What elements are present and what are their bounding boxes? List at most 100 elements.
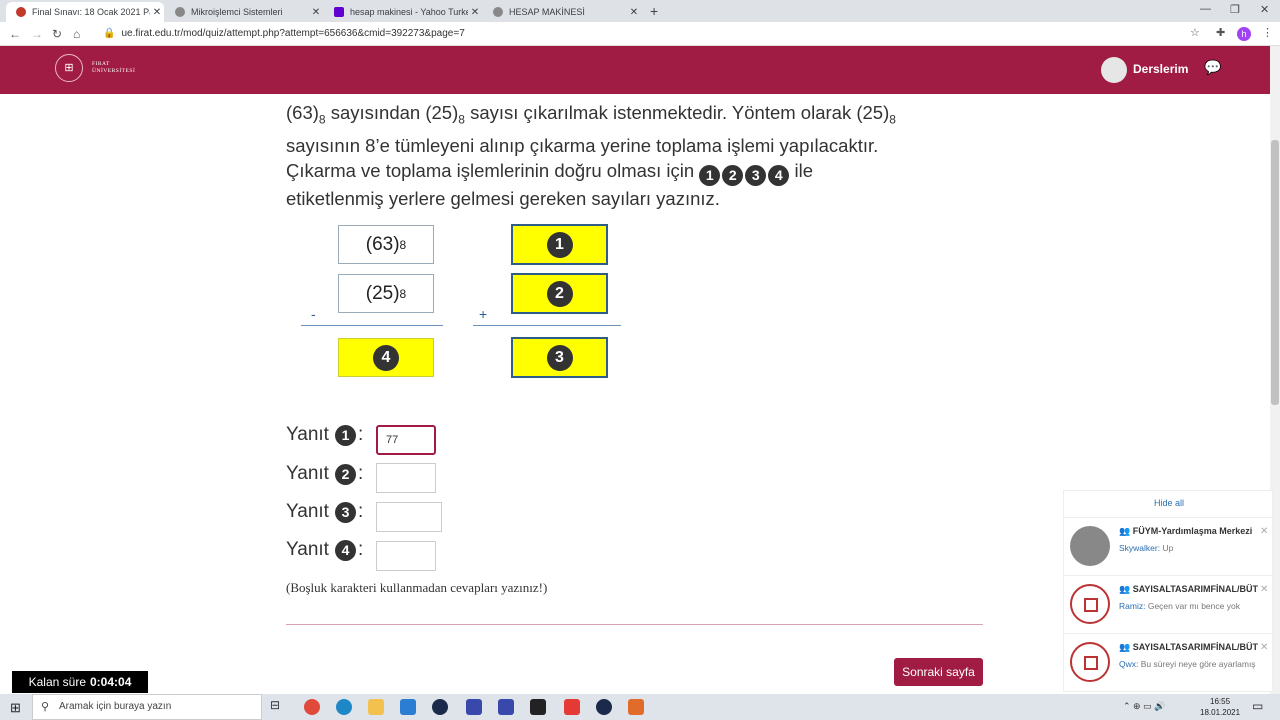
scrollbar-thumb[interactable] — [1271, 140, 1279, 405]
globe-icon — [493, 7, 503, 17]
answer-row-3: Yanıt 3: — [286, 501, 364, 523]
university-seal-avatar — [1070, 642, 1110, 682]
url-text: ue.firat.edu.tr/mod/quiz/attempt.php?att… — [121, 28, 465, 39]
app-icon[interactable] — [596, 699, 612, 715]
firat-favicon-icon — [16, 7, 26, 17]
lock-icon: 🔒 — [103, 28, 116, 39]
next-page-button[interactable]: Sonraki sayfa — [894, 658, 983, 686]
answer-4-input[interactable] — [376, 541, 436, 571]
app-icon[interactable] — [432, 699, 448, 715]
derslerim-link[interactable]: Derslerim — [1133, 62, 1188, 76]
tab-title: HESAP MAKİNESİ — [509, 7, 585, 17]
marker-4: 4 — [768, 164, 790, 186]
question-text: (63)8 sayısından (25)8 sayısı çıkarılmak… — [286, 100, 986, 211]
taskbar-search[interactable]: ⚲ Aramak için buraya yazın — [32, 694, 262, 720]
result-box-3: 3 — [511, 337, 608, 378]
forward-icon[interactable]: → — [31, 27, 43, 41]
mail-icon[interactable] — [400, 699, 416, 715]
question-line-3: Çıkarma ve toplama işlemlerinin doğru ol… — [286, 158, 986, 186]
system-tray-icons[interactable]: ⌃ ⊕ ▭ 🔊 — [1123, 701, 1165, 712]
university-logo[interactable]: ⊞ — [55, 54, 83, 82]
close-tab-icon[interactable]: ✕ — [309, 7, 323, 18]
address-bar: ← → ↻ ⌂ 🔒 ue.firat.edu.tr/mod/quiz/attemp… — [0, 22, 1280, 46]
extensions-icon[interactable]: ✚ — [1216, 26, 1225, 39]
minimize-icon[interactable]: — — [1200, 3, 1211, 15]
tab-hesap-makinesi[interactable]: HESAP MAKİNESİ ✕ — [483, 2, 641, 22]
notification-message: Qwx: Bu süreyi neye göre ayarlamış — [1119, 659, 1256, 669]
answer-row-1: Yanıt 1: — [286, 424, 364, 446]
restore-icon[interactable]: ❐ — [1230, 3, 1240, 16]
app-icon[interactable] — [498, 699, 514, 715]
operand-63: (63) 8 — [338, 225, 434, 264]
notification-item[interactable]: 👥 SAYISALTASARIMFİNAL/BÜT Qwx: Bu süreyi… — [1064, 633, 1274, 689]
user-avatar[interactable] — [1101, 57, 1127, 83]
close-tab-icon[interactable]: ✕ — [150, 7, 164, 18]
browser-tab-bar: Final Sınavı: 18 Ocak 2021 Pazar... ✕ Mi… — [0, 0, 1280, 22]
app-icon[interactable] — [564, 699, 580, 715]
operand-25: (25) 8 — [338, 274, 434, 313]
menu-kebab-icon[interactable]: ⋮ — [1262, 26, 1273, 39]
answer-row-4: Yanıt 4: — [286, 539, 364, 561]
close-tab-icon[interactable]: ✕ — [627, 7, 641, 18]
question-line-4: etiketlenmiş yerlere gelmesi gereken say… — [286, 187, 720, 209]
editor-icon[interactable] — [530, 699, 546, 715]
chrome-icon[interactable] — [304, 699, 320, 715]
notification-title: 👥 SAYISALTASARIMFİNAL/BÜT — [1119, 584, 1259, 594]
file-explorer-icon[interactable] — [368, 699, 384, 715]
group-avatar — [1070, 526, 1110, 566]
close-icon[interactable]: ✕ — [1260, 526, 1268, 537]
marker-2: 2 — [722, 164, 744, 186]
app-icon[interactable] — [466, 699, 482, 715]
addition-line — [473, 325, 621, 326]
marker-4: 4 — [334, 539, 356, 561]
task-view-icon[interactable]: ⊟ — [270, 698, 286, 714]
tab-mikroislemci[interactable]: Mikroişlemci Sistemleri ✕ — [165, 2, 323, 22]
question-line-2: sayısının 8’e tümleyeni alınıp çıkarma y… — [286, 134, 879, 156]
plus-sign: + — [479, 306, 488, 322]
globe-icon — [175, 7, 185, 17]
answer-3-input[interactable] — [376, 502, 442, 532]
addend-box-2: 2 — [511, 273, 608, 314]
new-tab-icon[interactable]: + — [650, 3, 658, 19]
marker-2: 2 — [334, 463, 356, 485]
question-line-1: (63)8 sayısından (25)8 sayısı çıkarılmak… — [286, 102, 896, 127]
notification-title: 👥 SAYISALTASARIMFİNAL/BÜT — [1119, 642, 1259, 652]
tab-title: hesap makinesi - Yahoo Turkey A... — [350, 7, 468, 17]
notification-item[interactable]: 👥 FÜYM-Yardımlaşma Merkezi Skywalker: Up… — [1064, 517, 1274, 573]
notification-title: 👥 FÜYM-Yardımlaşma Merkezi — [1119, 526, 1253, 536]
action-center-icon[interactable]: ▭ — [1252, 699, 1263, 713]
close-icon[interactable]: ✕ — [1260, 642, 1268, 653]
messages-icon[interactable]: 💬 — [1204, 59, 1221, 76]
logo-text-line2: ÜNİVERSİTESİ — [92, 68, 136, 74]
close-tab-icon[interactable]: ✕ — [468, 7, 482, 18]
instruction-note: (Boşluk karakteri kullanmadan cevapları … — [286, 580, 548, 595]
answer-2-input[interactable] — [376, 463, 436, 493]
edge-icon[interactable] — [336, 699, 352, 715]
marker-1: 1 — [699, 164, 721, 186]
notification-item[interactable]: 👥 SAYISALTASARIMFİNAL/BÜT Ramiz: Geçen v… — [1064, 575, 1274, 631]
taskbar-clock[interactable]: 16:55 18.01.2021 — [1200, 696, 1240, 718]
url-field[interactable]: 🔒 ue.firat.edu.tr/mod/quiz/attempt.php?at… — [95, 25, 1210, 43]
logo-text: FIRAT ÜNİVERSİTESİ — [92, 61, 135, 75]
logo-text-line1: FIRAT — [92, 61, 110, 67]
reload-icon[interactable]: ↻ — [52, 27, 62, 41]
windows-start-icon[interactable]: ⊞ — [10, 700, 21, 716]
answer-row-2: Yanıt 2: — [286, 463, 364, 485]
marker-3: 3 — [745, 164, 767, 186]
tab-title: Final Sınavı: 18 Ocak 2021 Pazar... — [32, 7, 150, 17]
yahoo-icon — [334, 7, 344, 17]
tab-yahoo[interactable]: hesap makinesi - Yahoo Turkey A... ✕ — [324, 2, 482, 22]
hide-all-link[interactable]: Hide all — [1064, 498, 1274, 508]
profile-avatar[interactable]: h — [1237, 27, 1251, 41]
back-icon[interactable]: ← — [9, 27, 21, 41]
tab-final-sinavi[interactable]: Final Sınavı: 18 Ocak 2021 Pazar... ✕ — [6, 2, 164, 22]
bookmark-star-icon[interactable]: ☆ — [1190, 26, 1200, 39]
close-icon[interactable]: ✕ — [1260, 584, 1268, 595]
answer-1-input[interactable] — [376, 425, 436, 455]
app-icon[interactable] — [628, 699, 644, 715]
home-icon[interactable]: ⌂ — [73, 27, 80, 41]
close-window-icon[interactable]: ✕ — [1260, 3, 1269, 16]
addend-box-1: 1 — [511, 224, 608, 265]
search-icon: ⚲ — [41, 701, 50, 713]
windows-taskbar: ⊞ ⚲ Aramak için buraya yazın ⊟ ⌃ ⊕ ▭ 🔊 16… — [0, 694, 1280, 720]
